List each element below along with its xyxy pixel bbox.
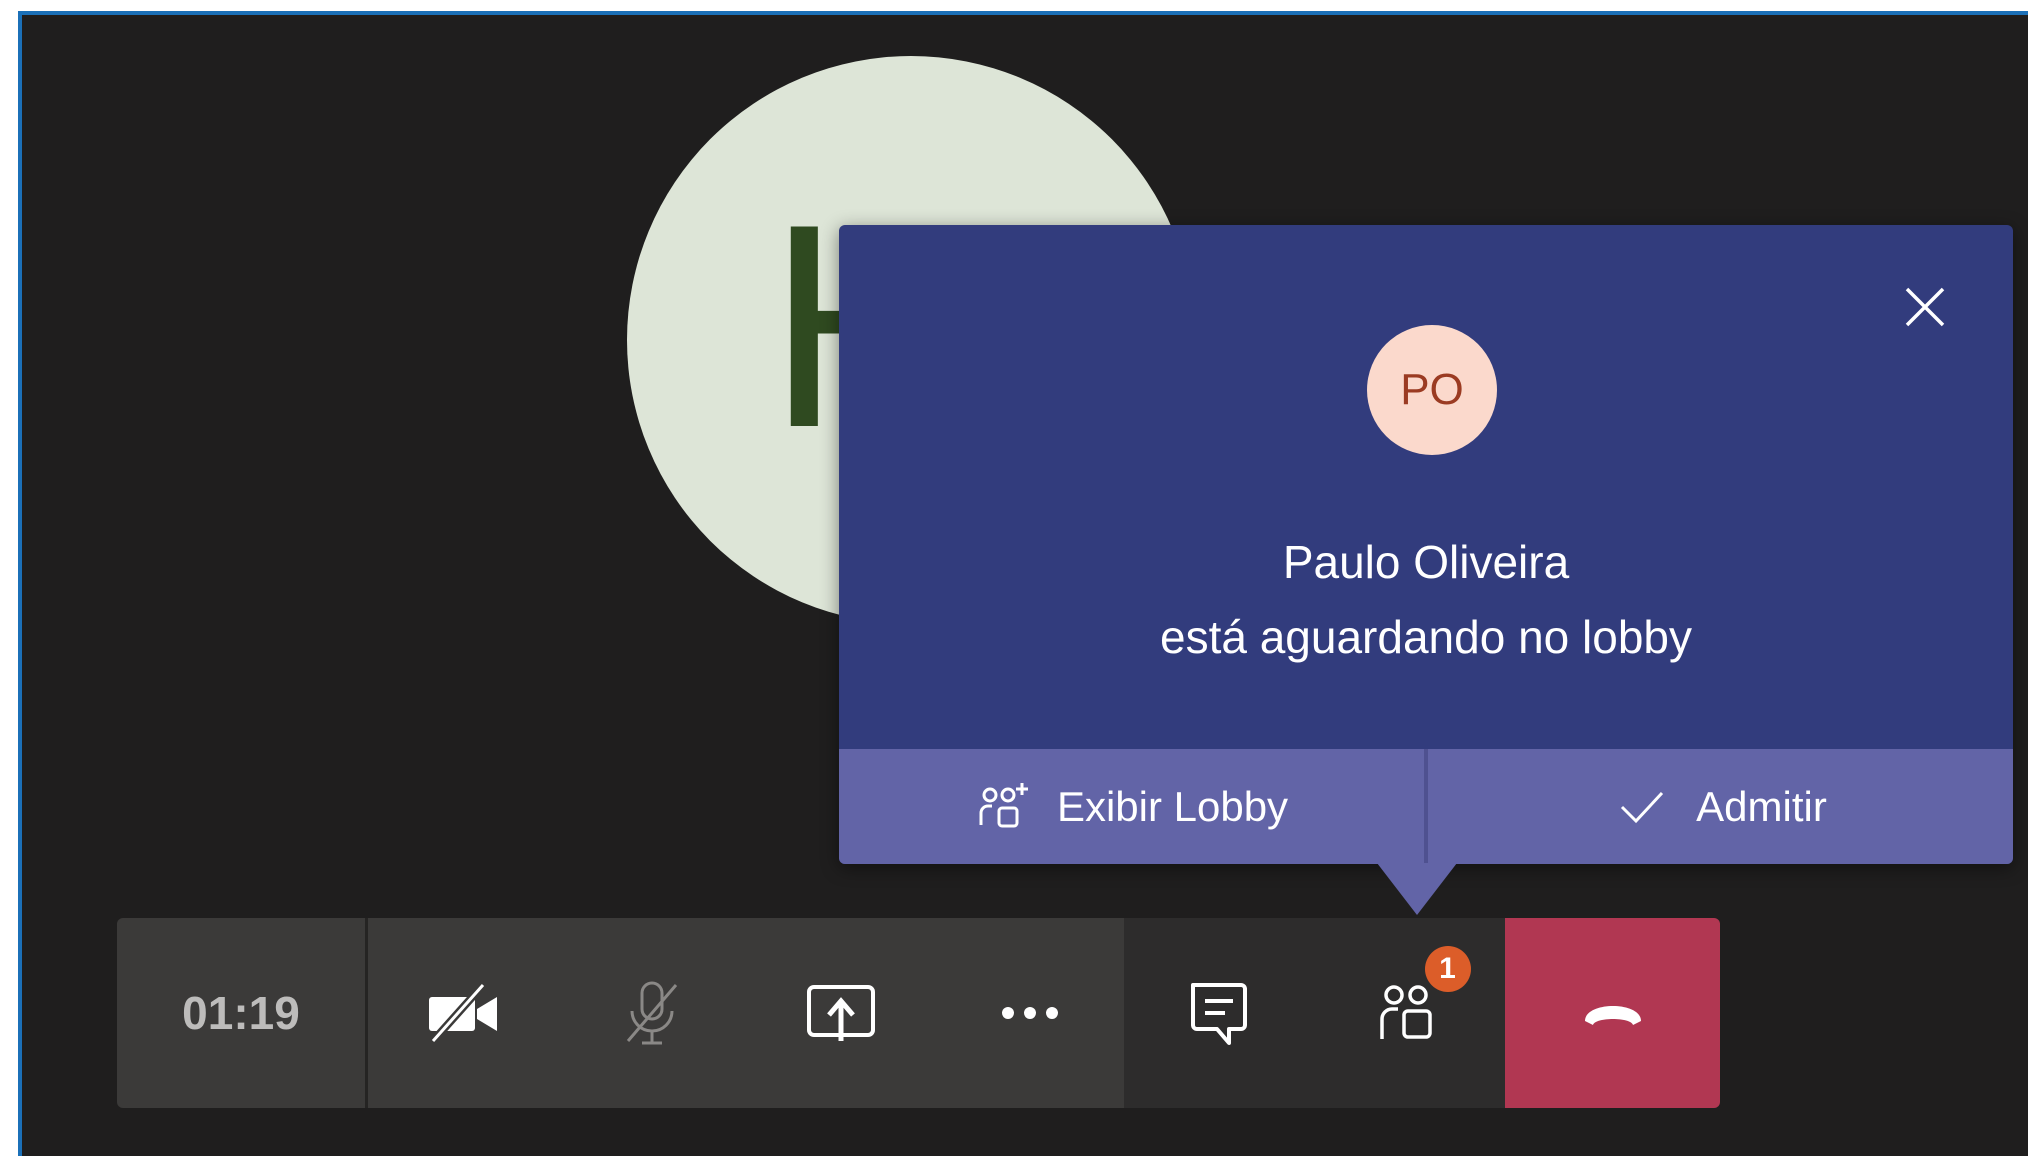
- meeting-stage: H PO Paulo Oliveira está aguardando no l…: [22, 15, 2028, 1156]
- participants-badge: 1: [1424, 946, 1471, 992]
- hang-up-icon: [1584, 1006, 1641, 1025]
- share-screen-icon: [806, 985, 875, 1041]
- share-screen-button[interactable]: [746, 918, 935, 1108]
- close-button[interactable]: [1899, 281, 1951, 333]
- admit-label: Admitir: [1696, 782, 1827, 830]
- participants-button[interactable]: 1: [1315, 918, 1506, 1108]
- toolbar-main-group: [368, 918, 1124, 1108]
- lobby-message: está aguardando no lobby: [1160, 611, 1692, 663]
- chat-button[interactable]: [1124, 918, 1315, 1108]
- hang-up-button[interactable]: [1505, 918, 1720, 1108]
- camera-toggle-button[interactable]: [368, 918, 557, 1108]
- close-icon: [1905, 287, 1945, 327]
- popup-pointer: [1377, 863, 1457, 915]
- admit-button[interactable]: Admitir: [1424, 749, 2013, 864]
- lobby-actions: Exibir Lobby Admitir: [839, 749, 2013, 864]
- toolbar-side-group: 1: [1124, 918, 1505, 1108]
- lobby-user-avatar: PO: [1367, 325, 1497, 455]
- more-options-icon: [1001, 1007, 1058, 1019]
- call-toolbar: 01:19 1: [117, 918, 1720, 1108]
- checkmark-icon: [1621, 791, 1664, 823]
- camera-off-icon: [428, 982, 497, 1044]
- view-lobby-label: Exibir Lobby: [1056, 782, 1289, 830]
- more-options-button[interactable]: [935, 918, 1124, 1108]
- people-add-icon: [979, 782, 1028, 827]
- lobby-user-name: Paulo Oliveira: [1282, 536, 1570, 588]
- lobby-notification: PO Paulo Oliveira está aguardando no lob…: [839, 225, 2013, 864]
- call-timer: 01:19: [117, 918, 368, 1108]
- mic-off-icon: [626, 981, 677, 1045]
- chat-icon: [1191, 983, 1248, 1045]
- view-lobby-button[interactable]: Exibir Lobby: [839, 749, 1424, 864]
- mic-toggle-button[interactable]: [557, 918, 746, 1108]
